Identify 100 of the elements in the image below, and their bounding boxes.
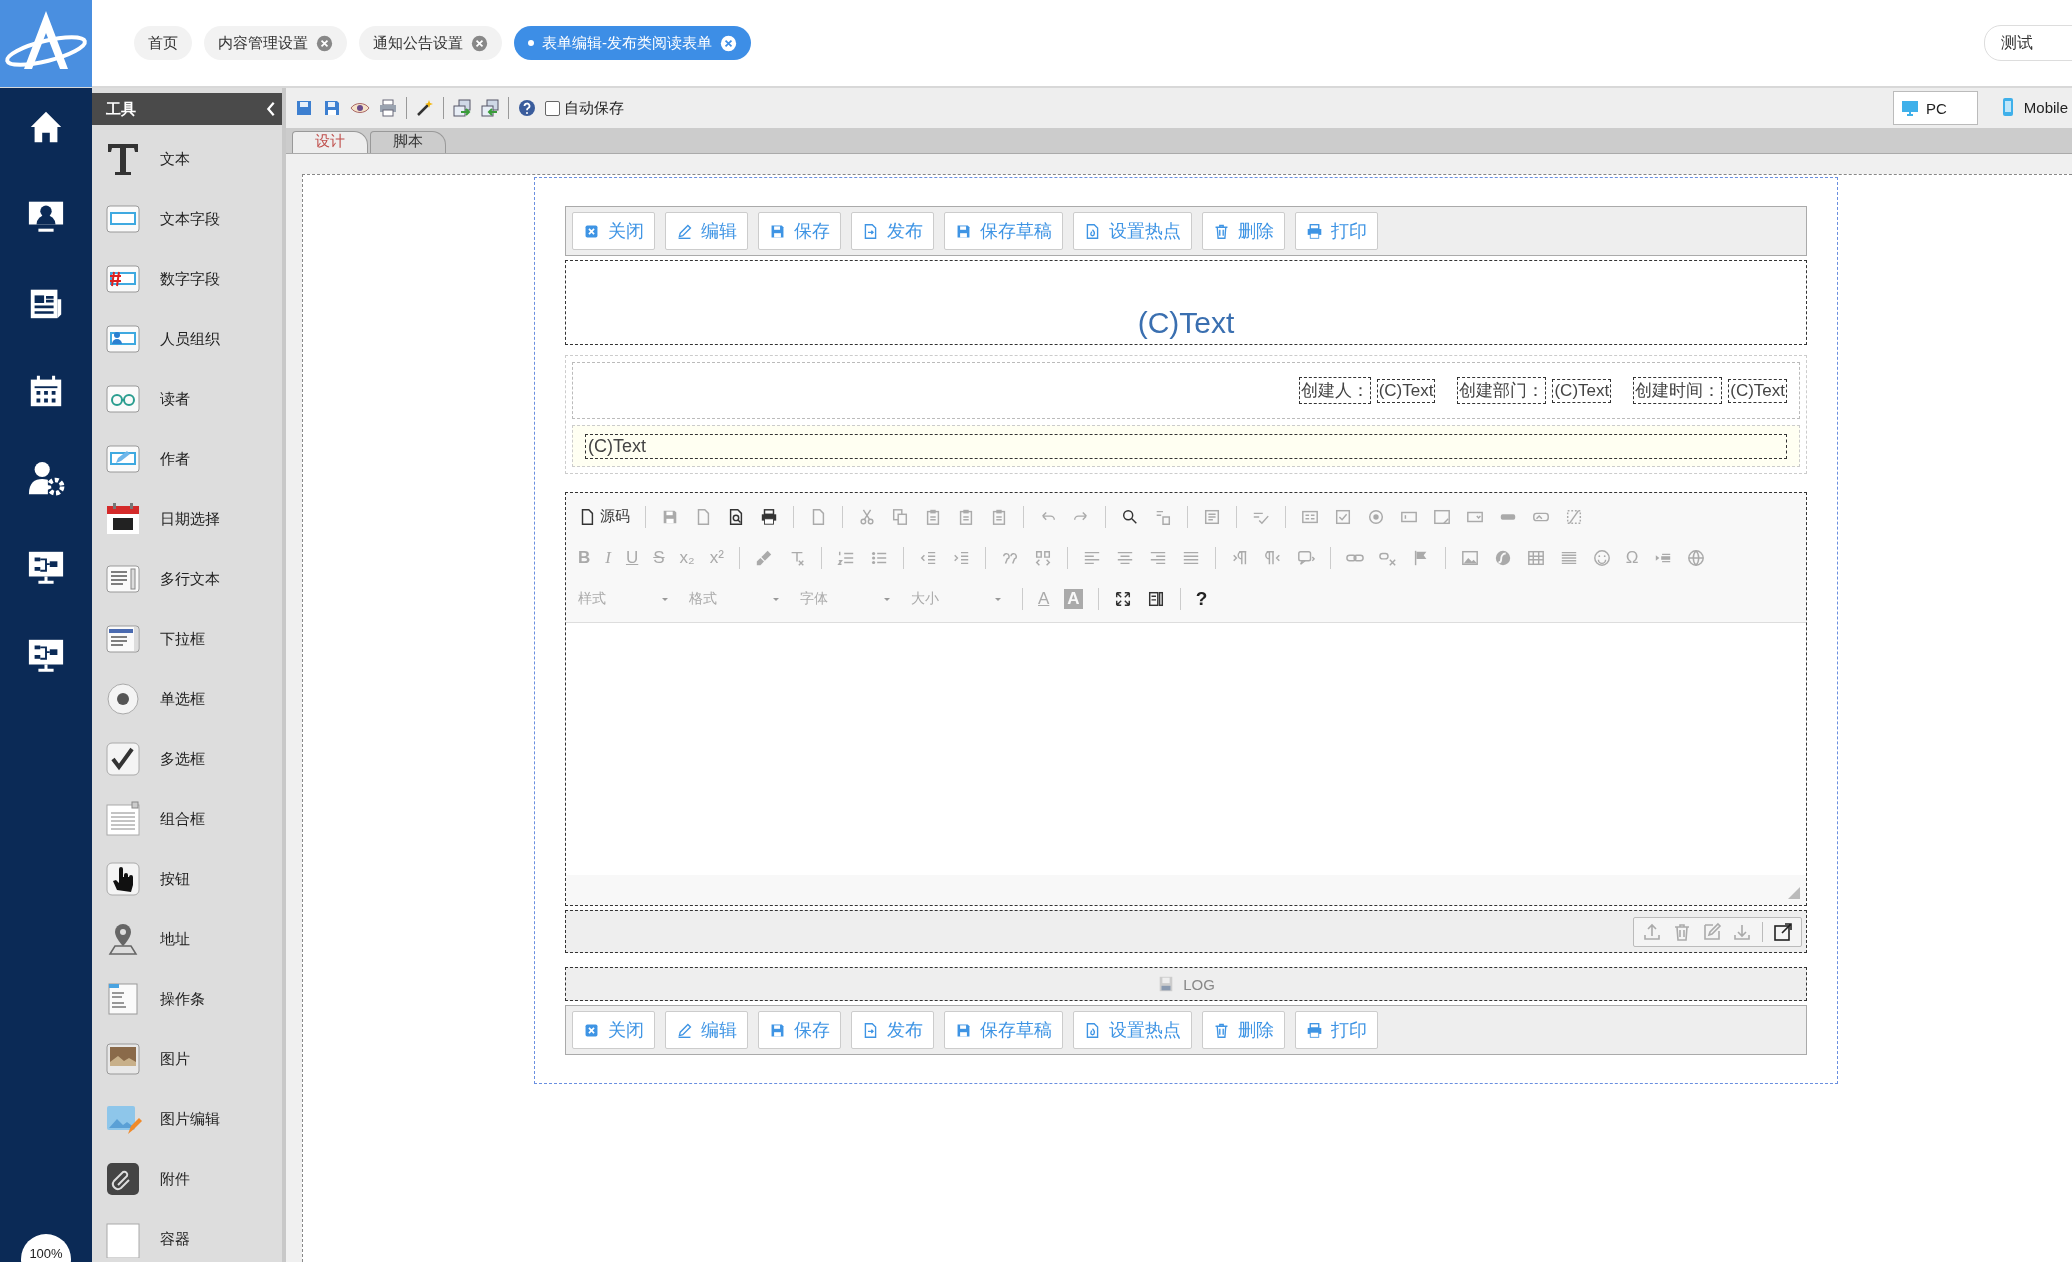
close-icon[interactable] [471, 34, 488, 52]
close-icon[interactable] [720, 34, 737, 52]
page-tab[interactable]: 内容管理设置 [204, 26, 347, 60]
page-tab[interactable]: 表单编辑-发布类阅读表单 [514, 26, 751, 60]
action-button[interactable]: 关闭 [572, 212, 655, 250]
action-button[interactable]: 打印 [1295, 212, 1378, 250]
action-button[interactable]: 保存 [758, 1011, 841, 1049]
user-gear-icon[interactable] [27, 460, 65, 498]
tool-item[interactable]: 附件 [92, 1149, 282, 1209]
tool-item[interactable]: 操作条 [92, 969, 282, 1029]
action-button[interactable]: 编辑 [665, 212, 748, 250]
format-button[interactable]: A [1064, 588, 1083, 609]
maximize-icon[interactable] [1113, 589, 1132, 608]
tool-item[interactable]: 文本字段 [92, 189, 282, 249]
search-icon[interactable] [1121, 507, 1139, 526]
tool-item[interactable]: 组合框 [92, 789, 282, 849]
action-button[interactable]: 保存草稿 [944, 212, 1063, 250]
action-button[interactable]: 删除 [1202, 1011, 1285, 1049]
action-button[interactable]: 发布 [851, 1011, 934, 1049]
action-button[interactable]: 保存草稿 [944, 1011, 1063, 1049]
format-button[interactable]: x² [709, 547, 724, 568]
smiley-icon[interactable] [1592, 548, 1611, 567]
user-field[interactable]: 测试 [1984, 25, 2072, 61]
flash-icon[interactable] [1493, 548, 1512, 567]
close-icon[interactable] [316, 34, 333, 52]
action-button[interactable]: 设置热点 [1073, 212, 1192, 250]
tool-item[interactable]: 图片 [92, 1029, 282, 1089]
dropdown-field[interactable]: 格式 [689, 589, 785, 608]
action-button[interactable]: 删除 [1202, 212, 1285, 250]
globe-icon[interactable] [1686, 548, 1705, 567]
editor-tab[interactable]: 设计 [292, 131, 368, 153]
format-button[interactable]: I [605, 547, 611, 568]
action-button[interactable]: 编辑 [665, 1011, 748, 1049]
tool-item[interactable]: 人员组织 [92, 309, 282, 369]
tool-item[interactable]: 下拉框 [92, 609, 282, 669]
select-all-icon[interactable] [1203, 507, 1221, 526]
subject-field[interactable]: (C)Text [585, 433, 1787, 459]
radio-icon[interactable] [1367, 507, 1385, 526]
format-button[interactable]: Ω [1625, 547, 1639, 568]
tool-item[interactable]: 地址 [92, 909, 282, 969]
clipboard-icon[interactable] [957, 507, 975, 526]
checkbox-icon[interactable] [1334, 507, 1352, 526]
resize-grip-icon[interactable] [1788, 887, 1800, 899]
textarea-icon[interactable] [1433, 507, 1451, 526]
format-button[interactable]: B [578, 547, 591, 568]
tool-item[interactable]: 日期选择 [92, 489, 282, 549]
view-toggle[interactable]: Mobile [1991, 91, 2068, 123]
hidden-field-icon[interactable] [1565, 507, 1583, 526]
format-button[interactable]: ? [1195, 587, 1208, 610]
autosave-checkbox[interactable]: 自动保存 [545, 98, 624, 118]
tool-item[interactable]: 单选框 [92, 669, 282, 729]
div-icon[interactable] [1033, 548, 1052, 567]
tool-item[interactable]: 多行文本 [92, 549, 282, 609]
tool-item[interactable]: 容器 [92, 1209, 282, 1262]
edit-icon[interactable] [1702, 921, 1722, 942]
format-button[interactable]: A [1038, 588, 1050, 609]
clipboard-icon[interactable] [990, 507, 1008, 526]
format-button[interactable]: S [653, 547, 665, 568]
text-direction-icon[interactable] [1230, 548, 1249, 567]
editor-tab[interactable]: 脚本 [370, 131, 446, 153]
source-button[interactable]: 源码 [578, 507, 630, 526]
external-link-icon[interactable] [1773, 921, 1793, 942]
action-button[interactable]: 设置热点 [1073, 1011, 1192, 1049]
tool-item[interactable]: 多选框 [92, 729, 282, 789]
language-icon[interactable] [1296, 548, 1315, 567]
printer-icon[interactable] [760, 507, 778, 526]
tool-item[interactable]: 图片编辑 [92, 1089, 282, 1149]
tool-item[interactable]: 读者 [92, 369, 282, 429]
scissors-icon[interactable] [858, 507, 876, 526]
dropdown-field[interactable]: 字体 [800, 589, 896, 608]
view-toggle[interactable]: PC [1892, 91, 1978, 125]
action-button[interactable]: 发布 [851, 212, 934, 250]
brush-icon[interactable] [754, 548, 773, 567]
page-tab[interactable]: 首页 [134, 26, 192, 60]
tool-item[interactable]: 数字字段 [92, 249, 282, 309]
tool-item[interactable]: 文本 [92, 129, 282, 189]
action-button[interactable]: 打印 [1295, 1011, 1378, 1049]
clipboard-icon[interactable] [924, 507, 942, 526]
image-icon[interactable] [1460, 548, 1479, 567]
format-button[interactable]: U [625, 547, 639, 568]
page-tab[interactable]: 通知公告设置 [359, 26, 502, 60]
dropdown-field[interactable]: 样式 [578, 589, 674, 608]
table-icon[interactable] [1526, 548, 1545, 567]
tool-item[interactable]: 按钮 [92, 849, 282, 909]
floppy-icon[interactable] [294, 98, 314, 118]
preview-icon[interactable] [727, 507, 745, 526]
format-button[interactable]: x₂ [679, 547, 695, 568]
tool-item[interactable]: 作者 [92, 429, 282, 489]
upload-icon[interactable] [1642, 921, 1662, 942]
floppy-icon[interactable] [322, 98, 342, 118]
magic-wand-icon[interactable] [415, 98, 435, 118]
dropdown-field[interactable]: 大小 [911, 589, 1007, 608]
import-icon[interactable] [452, 98, 472, 118]
show-blocks-icon[interactable] [1146, 589, 1165, 608]
action-button[interactable]: 保存 [758, 212, 841, 250]
text-direction-icon[interactable] [1263, 548, 1282, 567]
action-button[interactable]: 关闭 [572, 1011, 655, 1049]
help-icon[interactable] [517, 98, 537, 118]
copy-icon[interactable] [891, 507, 909, 526]
trash-icon[interactable] [1672, 921, 1692, 942]
